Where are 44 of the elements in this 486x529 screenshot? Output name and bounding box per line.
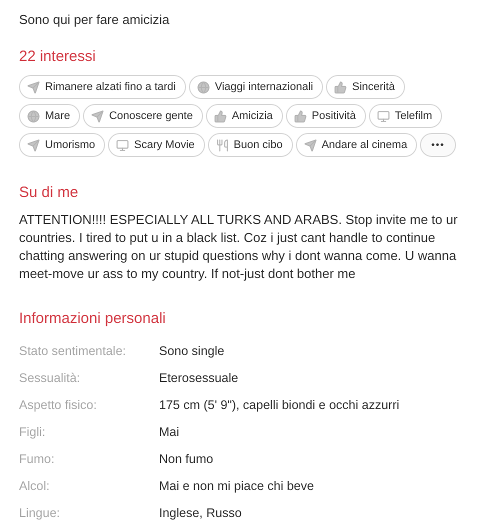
more-button[interactable]: ••• <box>420 133 456 157</box>
thumbs-up-icon <box>334 80 348 94</box>
interest-tag[interactable]: Sincerità <box>326 75 405 99</box>
interest-tag[interactable]: Buon cibo <box>208 133 293 157</box>
field-value: Inglese, Russo <box>159 506 242 520</box>
interest-tag[interactable]: Positività <box>286 104 366 128</box>
field-label: Figli: <box>19 424 46 438</box>
status-text: Sono qui per fare amicizia <box>19 12 170 28</box>
about-text: ATTENTION!!!! ESPECIALLY ALL TURKS AND ARABS. Stop invite me to ur countries. I tired to put u in a black list. Coz i just cant handle to continue chatting answering on ur stupid questions why i dont wanna come. U wanna meet-move ur ass to my country. If not-just dont bother me <box>19 211 459 283</box>
paper-plane-icon <box>304 138 317 152</box>
interest-tag[interactable]: Scary Movie <box>108 133 205 157</box>
paper-plane-icon <box>91 110 104 122</box>
thumbs-up-icon <box>214 110 227 122</box>
interest-tag[interactable]: Umorismo <box>19 133 106 157</box>
globe-icon <box>27 110 40 122</box>
field-label: Stato sentimentale: <box>19 344 128 358</box>
paper-plane-icon <box>27 138 40 152</box>
field-value: 175 cm (5' 9"), capelli biondi e occhi azzurri <box>159 398 400 412</box>
interest-tag[interactable]: Mare <box>19 104 80 128</box>
field-value: Mai e non mi piace chi beve <box>159 478 314 492</box>
globe-icon <box>196 80 210 94</box>
paper-plane-icon <box>27 80 40 94</box>
interest-tag[interactable]: Viaggi internazionali <box>188 75 324 99</box>
field-label: Lingue: <box>19 506 62 520</box>
monitor-icon <box>116 138 130 152</box>
section-heading: 22 interessi <box>19 47 97 67</box>
monitor-icon <box>376 110 390 122</box>
interest-tag[interactable]: Rimanere alzati fino a tardi <box>19 75 186 99</box>
section-heading: Su di me <box>19 183 80 203</box>
interest-tag[interactable]: Telefilm <box>368 104 442 128</box>
field-label: Alcol: <box>19 478 51 492</box>
field-value: Non fumo <box>159 452 214 466</box>
field-label: Fumo: <box>19 452 56 466</box>
fork-knife-icon <box>216 138 229 152</box>
field-value: Mai <box>159 424 180 438</box>
field-value: Eterosessuale <box>159 370 238 384</box>
thumbs-up-icon <box>294 110 307 122</box>
field-label: Aspetto fisico: <box>19 398 98 412</box>
field-label: Sessualità: <box>19 370 82 384</box>
field-value: Sono single <box>159 344 224 358</box>
interest-tag[interactable]: Amicizia <box>206 104 283 128</box>
interest-tag[interactable]: Conoscere gente <box>83 104 203 128</box>
section-heading: Informazioni personali <box>19 309 167 329</box>
interest-tag[interactable]: Andare al cinema <box>296 133 418 157</box>
